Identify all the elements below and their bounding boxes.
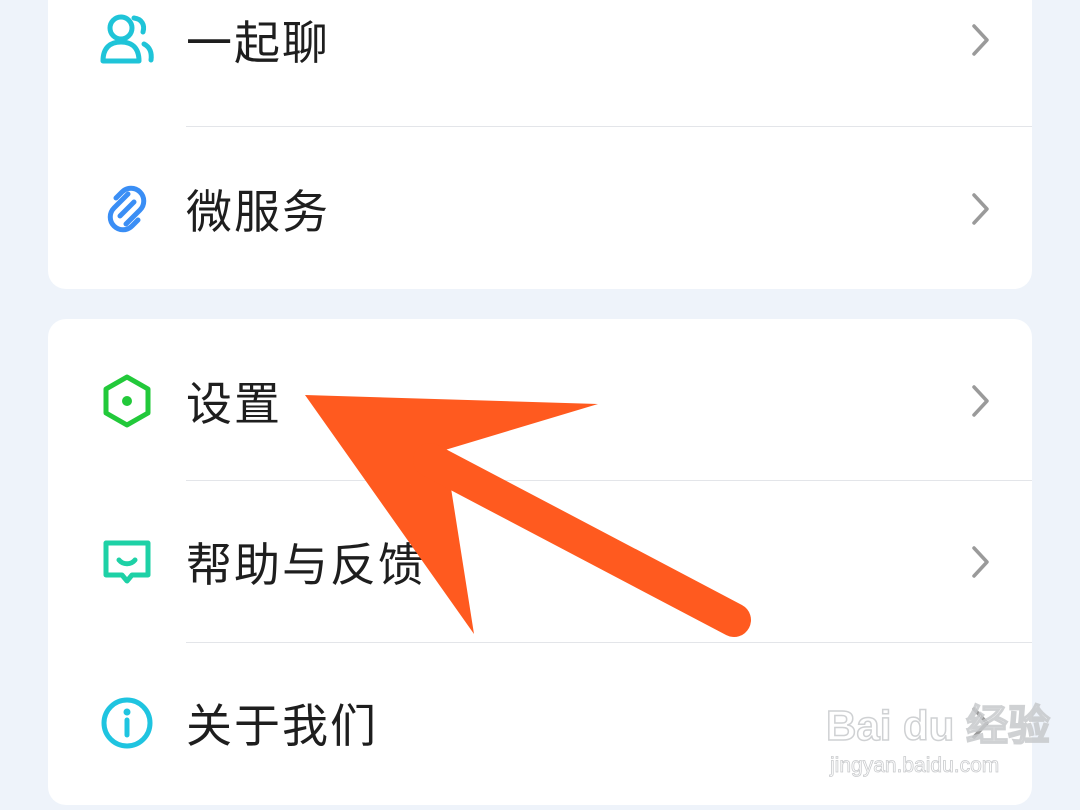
watermark-url: jingyan.baidu.com [830,754,1000,778]
menu-item-label: 帮助与反馈 [186,538,426,592]
menu-item-help-feedback[interactable]: 帮助与反馈 [48,482,1032,642]
chevron-right-icon [970,191,992,227]
menu-item-label: 设置 [186,377,282,431]
info-icon [98,694,156,752]
people-icon [98,11,156,69]
menu-item-label: 一起聊 [186,16,330,70]
chevron-right-icon [970,383,992,419]
feedback-chat-icon [98,533,156,591]
chevron-right-icon [970,22,992,58]
chevron-right-icon [970,544,992,580]
menu-item-weifuwu[interactable]: 微服务 [48,129,1032,289]
hexagon-settings-icon [98,372,156,430]
menu-item-label: 关于我们 [186,699,378,753]
watermark-logo: Bai du 经验 [825,701,1051,750]
baidu-jingyan-watermark: Bai du 经验 jingyan.baidu.com [825,692,1051,788]
menu-card-top: 一起聊 微服务 [48,0,1032,289]
menu-item-settings[interactable]: 设置 [48,321,1032,481]
menu-item-label: 微服务 [186,185,330,239]
divider [186,480,1032,481]
divider [186,126,1032,127]
link-icon [98,180,156,238]
menu-item-yiqiliao[interactable]: 一起聊 [48,0,1032,120]
